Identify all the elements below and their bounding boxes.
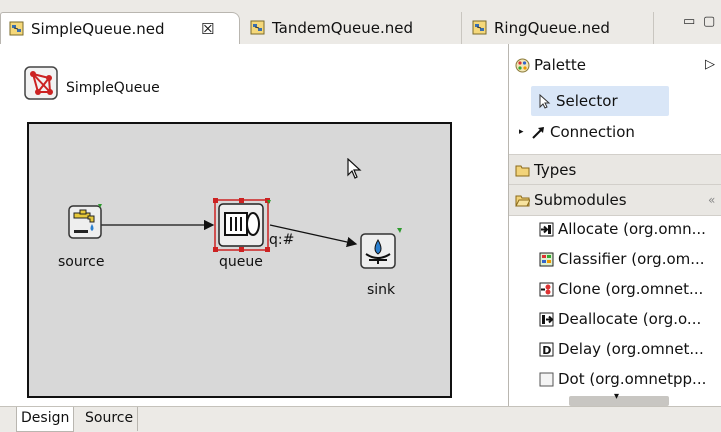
source-label: source bbox=[58, 254, 105, 270]
palette-item-label: Deallocate (org.o... bbox=[558, 310, 702, 328]
network-name: SimpleQueue bbox=[66, 80, 160, 96]
delay-icon: D bbox=[539, 342, 554, 357]
palette-item-label: Clone (org.omnet... bbox=[558, 280, 704, 298]
tab-design[interactable]: Design bbox=[16, 407, 75, 432]
palette-item-allocate[interactable]: Allocate (org.omn... bbox=[509, 214, 721, 244]
palette-item-label: Delay (org.omnet... bbox=[558, 340, 704, 358]
ned-file-icon bbox=[472, 20, 487, 35]
design-canvas[interactable]: SimpleQueue source queue q:# sink bbox=[0, 44, 509, 406]
expand-arrow-icon: ▸ bbox=[519, 127, 524, 137]
tab-label: RingQueue.ned bbox=[494, 19, 610, 37]
sink-module-icon[interactable] bbox=[359, 228, 403, 272]
submodules-pin-icon[interactable]: « bbox=[708, 185, 715, 215]
selector-arrow-icon bbox=[539, 94, 551, 109]
tool-connection[interactable]: ▸ Connection bbox=[515, 117, 721, 147]
palette-title: Palette bbox=[534, 56, 586, 74]
types-label: Types bbox=[534, 161, 577, 179]
mouse-cursor-icon bbox=[347, 158, 362, 179]
palette-scroll-more[interactable]: ▾ bbox=[569, 391, 669, 406]
palette-item-classifier[interactable]: Classifier (org.om... bbox=[509, 244, 721, 274]
palette-item-deallocate[interactable]: Deallocate (org.o... bbox=[509, 304, 721, 334]
network-icon[interactable] bbox=[24, 66, 58, 100]
ned-file-icon bbox=[250, 20, 265, 35]
sink-label: sink bbox=[367, 282, 396, 298]
tab-source[interactable]: Source bbox=[81, 407, 139, 431]
source-module-icon[interactable] bbox=[68, 204, 104, 244]
classifier-icon bbox=[539, 252, 554, 267]
palette-icon bbox=[515, 58, 530, 73]
palette-drawer-types[interactable]: Types bbox=[509, 154, 721, 186]
palette-drawer-submodules[interactable]: Submodules « bbox=[509, 184, 721, 216]
svg-text:D: D bbox=[542, 344, 551, 357]
minimize-icon[interactable]: ▭ bbox=[683, 14, 695, 29]
palette-item-delay[interactable]: D Delay (org.omnet... bbox=[509, 334, 721, 364]
editor-tab-bar: SimpleQueue.ned ☒ TandemQueue.ned RingQu… bbox=[0, 0, 721, 45]
tab-label: SimpleQueue.ned bbox=[31, 20, 165, 38]
tool-selector[interactable]: Selector bbox=[531, 86, 669, 116]
tab-tandemqueue[interactable]: TandemQueue.ned bbox=[242, 12, 462, 44]
tab-ringqueue[interactable]: RingQueue.ned bbox=[464, 12, 654, 44]
folder-icon bbox=[515, 165, 530, 177]
submodules-label: Submodules bbox=[534, 191, 627, 209]
editor-page-tabs: Design Source bbox=[0, 406, 721, 432]
network-area[interactable]: source queue q:# sink bbox=[27, 122, 452, 398]
connection-arrow-icon bbox=[532, 127, 544, 139]
allocate-icon bbox=[539, 222, 554, 237]
tab-label: TandemQueue.ned bbox=[272, 19, 414, 37]
queue-module-icon[interactable] bbox=[213, 198, 273, 254]
gate-label: q:# bbox=[269, 232, 295, 248]
palette-header: Palette ▷ bbox=[509, 52, 721, 78]
palette-collapse-icon[interactable]: ▷ bbox=[705, 52, 715, 78]
palette-item-dot[interactable]: Dot (org.omnetpp... bbox=[509, 364, 721, 394]
palette-item-label: Dot (org.omnetpp... bbox=[558, 370, 707, 388]
ned-file-icon bbox=[9, 21, 24, 36]
folder-open-icon bbox=[515, 195, 530, 207]
dot-icon bbox=[539, 372, 554, 387]
palette-panel: Palette ▷ Selector ▸ Connection Types Su… bbox=[509, 44, 721, 406]
clone-icon bbox=[539, 282, 554, 297]
queue-label: queue bbox=[219, 254, 263, 270]
palette-item-label: Classifier (org.om... bbox=[558, 250, 705, 268]
palette-item-clone[interactable]: Clone (org.omnet... bbox=[509, 274, 721, 304]
scroll-down-icon[interactable]: ▾ bbox=[614, 391, 619, 402]
deallocate-icon bbox=[539, 312, 554, 327]
maximize-icon[interactable]: ▢ bbox=[703, 14, 715, 29]
tab-simplequeue[interactable]: SimpleQueue.ned ☒ bbox=[0, 12, 240, 44]
close-tab-icon[interactable]: ☒ bbox=[201, 13, 214, 45]
tool-selector-label: Selector bbox=[556, 92, 618, 110]
tool-connection-label: Connection bbox=[550, 123, 635, 141]
palette-item-label: Allocate (org.omn... bbox=[558, 220, 706, 238]
